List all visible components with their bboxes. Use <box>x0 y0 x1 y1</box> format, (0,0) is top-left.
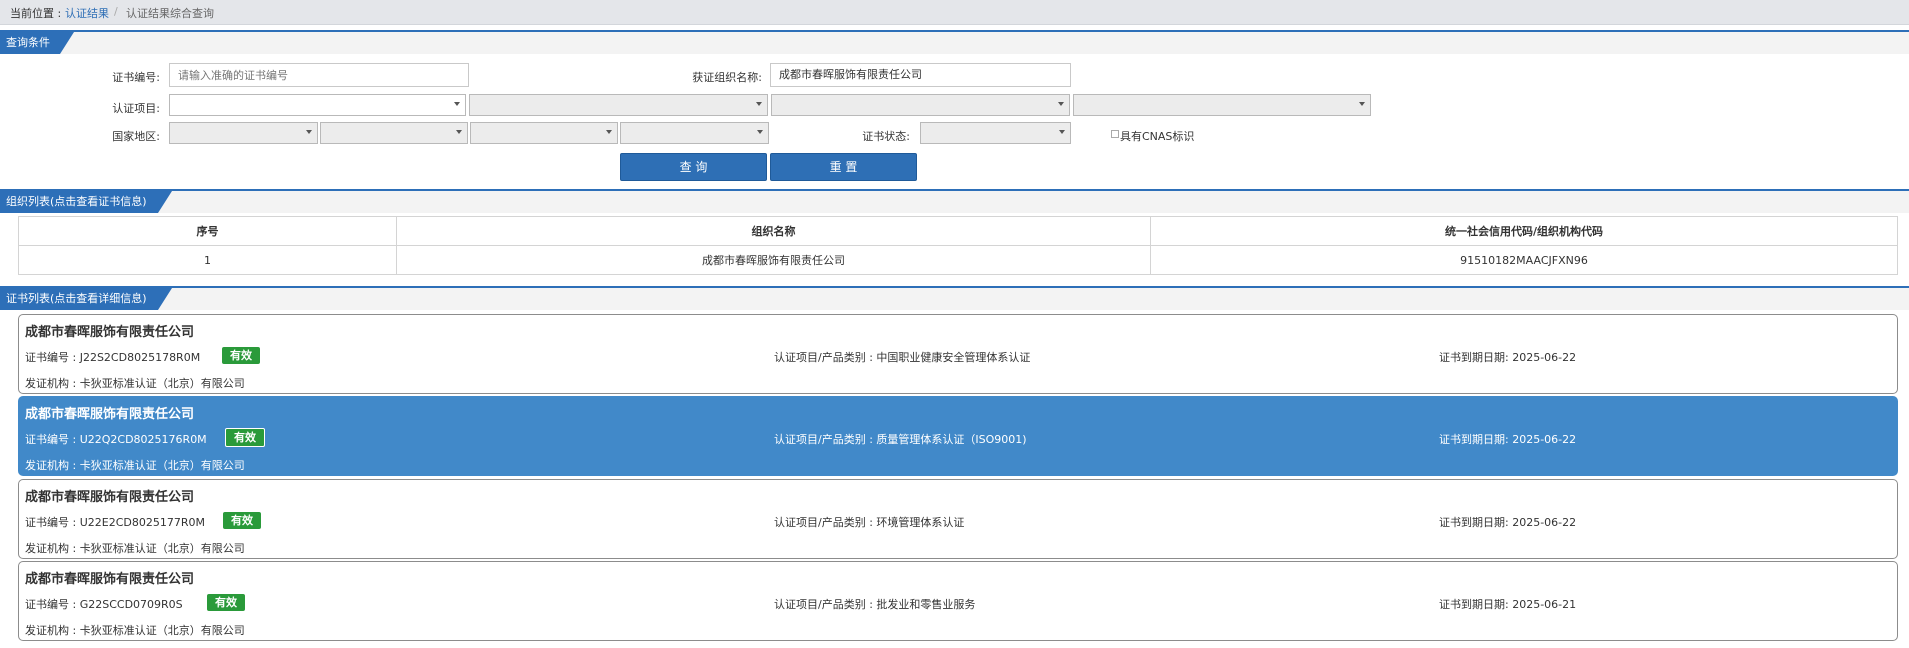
org-table-header-code: 统一社会信用代码/组织机构代码 <box>1150 216 1898 246</box>
project-select-3[interactable] <box>771 94 1070 116</box>
org-table-header-row: 序号 组织名称 统一社会信用代码/组织机构代码 <box>18 216 1898 246</box>
chevron-down-icon <box>756 102 762 106</box>
breadcrumb-link-results[interactable]: 认证结果 <box>65 5 109 21</box>
cert-project: 认证项目/产品类别 : 质量管理体系认证（ISO9001) <box>774 433 1027 446</box>
chevron-down-icon <box>1359 102 1365 106</box>
cert-issuer: 发证机构 : 卡狄亚标准认证（北京）有限公司 <box>25 624 245 637</box>
chevron-down-icon <box>1059 130 1065 134</box>
project-label: 认证项目: <box>112 102 160 115</box>
cert-expiry: 证书到期日期: 2025-06-21 <box>1439 598 1577 611</box>
cert-org-name: 成都市春晖服饰有限责任公司 <box>25 407 195 422</box>
query-section-header: 查询条件 <box>0 30 1909 54</box>
cnas-label: 具有CNAS标识 <box>1120 130 1195 143</box>
cert-number: 证书编号 : U22E2CD8025177R0M <box>25 516 205 529</box>
cert-number: 证书编号 : U22Q2CD8025176R0M <box>25 433 207 446</box>
cert-expiry: 证书到期日期: 2025-06-22 <box>1439 351 1577 364</box>
cert-card-selected[interactable]: 成都市春晖服饰有限责任公司 证书编号 : U22Q2CD8025176R0M 有… <box>18 396 1898 476</box>
cert-number: 证书编号 : J22S2CD8025178R0M <box>25 351 201 364</box>
reset-button[interactable]: 重 置 <box>770 153 917 181</box>
project-select-4[interactable] <box>1073 94 1371 116</box>
chevron-down-icon <box>456 130 462 134</box>
org-name-input[interactable]: 成都市春晖服饰有限责任公司 <box>770 63 1071 87</box>
cert-org-name: 成都市春晖服饰有限责任公司 <box>25 325 195 340</box>
table-row[interactable]: 1 成都市春晖服饰有限责任公司 91510182MAACJFXN96 <box>18 245 1898 275</box>
cert-project: 认证项目/产品类别 : 中国职业健康安全管理体系认证 <box>774 351 1031 364</box>
project-select-2[interactable] <box>469 94 768 116</box>
breadcrumb-label: 当前位置 : <box>10 7 62 20</box>
cert-issuer: 发证机构 : 卡狄亚标准认证（北京）有限公司 <box>25 377 245 390</box>
org-table: 序号 组织名称 统一社会信用代码/组织机构代码 1 成都市春晖服饰有限责任公司 … <box>18 216 1898 275</box>
region-select-2[interactable] <box>320 122 468 144</box>
org-table-cell-index: 1 <box>18 245 397 275</box>
status-badge: 有效 <box>223 512 261 529</box>
status-label: 证书状态: <box>862 130 910 143</box>
project-select-1[interactable] <box>169 94 466 116</box>
region-select-3[interactable] <box>470 122 618 144</box>
breadcrumb: 当前位置 : 认证结果 / 认证结果综合查询 <box>0 0 1909 25</box>
cert-number: 证书编号 : G22SCCD0709R0S <box>25 598 183 611</box>
cert-no-input[interactable] <box>169 63 469 87</box>
org-table-cell-code: 91510182MAACJFXN96 <box>1150 245 1898 275</box>
query-button[interactable]: 查 询 <box>620 153 767 181</box>
cert-org-name: 成都市春晖服饰有限责任公司 <box>25 572 195 587</box>
org-table-cell-name: 成都市春晖服饰有限责任公司 <box>396 245 1151 275</box>
cert-expiry: 证书到期日期: 2025-06-22 <box>1439 516 1577 529</box>
region-label: 国家地区: <box>112 130 160 143</box>
region-select-4[interactable] <box>620 122 769 144</box>
org-table-header-name: 组织名称 <box>396 216 1151 246</box>
cert-section-header: 证书列表(点击查看详细信息) <box>0 286 1909 310</box>
cert-project: 认证项目/产品类别 : 环境管理体系认证 <box>774 516 965 529</box>
status-badge: 有效 <box>225 428 265 447</box>
region-select-1[interactable] <box>169 122 318 144</box>
cert-card[interactable]: 成都市春晖服饰有限责任公司 证书编号 : J22S2CD8025178R0M 有… <box>18 314 1898 394</box>
org-table-header-index: 序号 <box>18 216 397 246</box>
org-section-header: 组织列表(点击查看证书信息) <box>0 189 1909 213</box>
cert-org-name: 成都市春晖服饰有限责任公司 <box>25 490 195 505</box>
cert-expiry: 证书到期日期: 2025-06-22 <box>1439 433 1577 446</box>
cert-issuer: 发证机构 : 卡狄亚标准认证（北京）有限公司 <box>25 542 245 555</box>
status-badge: 有效 <box>207 594 245 611</box>
org-section-title: 组织列表(点击查看证书信息) <box>0 191 172 213</box>
breadcrumb-separator: / <box>114 5 118 18</box>
query-section-title: 查询条件 <box>0 32 74 54</box>
chevron-down-icon <box>306 130 312 134</box>
cert-issuer: 发证机构 : 卡狄亚标准认证（北京）有限公司 <box>25 459 245 472</box>
cert-section-title: 证书列表(点击查看详细信息) <box>0 288 172 310</box>
chevron-down-icon <box>454 102 460 106</box>
cert-card[interactable]: 成都市春晖服饰有限责任公司 证书编号 : U22E2CD8025177R0M 有… <box>18 479 1898 559</box>
chevron-down-icon <box>606 130 612 134</box>
org-name-label: 获证组织名称: <box>692 71 762 84</box>
status-badge: 有效 <box>222 347 260 364</box>
cert-card[interactable]: 成都市春晖服饰有限责任公司 证书编号 : G22SCCD0709R0S 有效 认… <box>18 561 1898 641</box>
chevron-down-icon <box>757 130 763 134</box>
breadcrumb-current: 认证结果综合查询 <box>126 7 214 20</box>
chevron-down-icon <box>1058 102 1064 106</box>
cert-no-label: 证书编号: <box>112 71 160 84</box>
status-select[interactable] <box>920 122 1071 144</box>
cnas-checkbox[interactable] <box>1111 130 1119 138</box>
cert-project: 认证项目/产品类别 : 批发业和零售业服务 <box>774 598 976 611</box>
